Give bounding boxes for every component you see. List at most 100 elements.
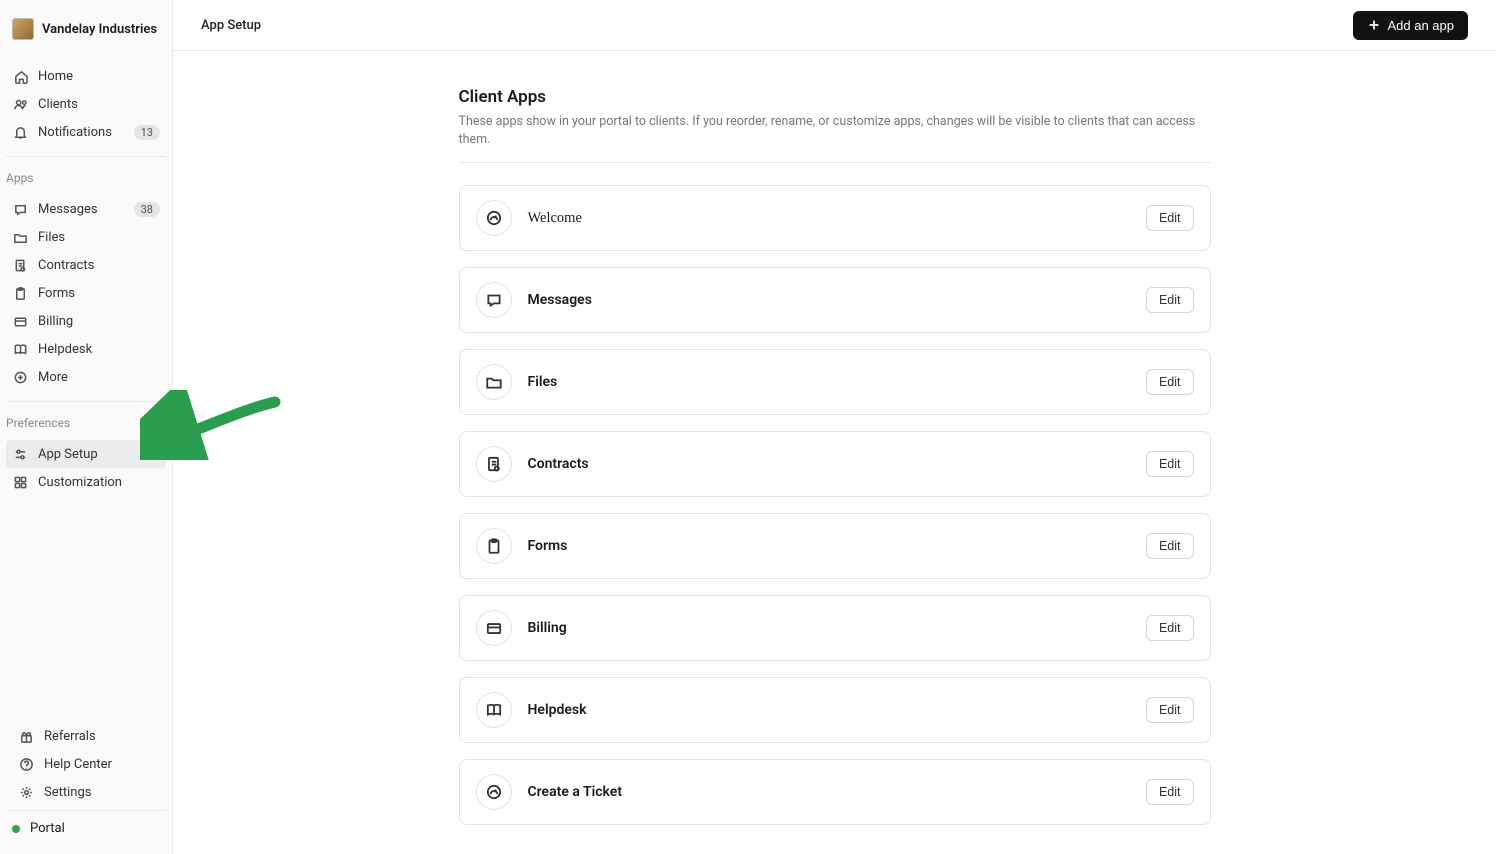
sidebar-item-label: Contracts (38, 258, 160, 273)
bell-icon (12, 124, 28, 140)
contract-icon (12, 257, 28, 273)
sidebar: Vandelay Industries HomeClientsNotificat… (0, 0, 173, 854)
app-card-files[interactable]: FilesEdit (459, 349, 1211, 415)
app-name: Create a Ticket (528, 784, 1146, 800)
portal-link[interactable]: Portal (6, 810, 166, 846)
app-name: Messages (528, 292, 1146, 308)
folder-icon (12, 229, 28, 245)
folder-icon (476, 364, 512, 400)
org-name: Vandelay Industries (42, 22, 157, 37)
topbar: App Setup Add an app (173, 0, 1496, 51)
edit-button[interactable]: Edit (1146, 369, 1194, 395)
more-icon (12, 369, 28, 385)
sidebar-item-billing[interactable]: Billing (6, 307, 166, 335)
edit-button[interactable]: Edit (1146, 779, 1194, 805)
sidebar-item-label: More (38, 370, 160, 385)
app-card-create-a-ticket[interactable]: Create a TicketEdit (459, 759, 1211, 825)
sidebar-item-label: Billing (38, 314, 160, 329)
divider (6, 156, 166, 157)
divider (459, 162, 1211, 163)
edit-button[interactable]: Edit (1146, 451, 1194, 477)
sidebar-item-help-center[interactable]: Help Center (12, 750, 160, 778)
app-name: Welcome (528, 210, 1146, 227)
edit-button[interactable]: Edit (1146, 205, 1194, 231)
message-icon (12, 201, 28, 217)
sidebar-item-label: Files (38, 230, 160, 245)
book-icon (476, 692, 512, 728)
badge: 13 (134, 125, 160, 140)
app-card-messages[interactable]: MessagesEdit (459, 267, 1211, 333)
app-card-forms[interactable]: FormsEdit (459, 513, 1211, 579)
sidebar-item-label: Customization (38, 475, 160, 490)
sidebar-item-contracts[interactable]: Contracts (6, 251, 166, 279)
page-title: Client Apps (459, 87, 1211, 107)
dashboard-icon (476, 200, 512, 236)
nav-main: Home Clients Notifications 13 (0, 58, 172, 150)
portal-label: Portal (30, 821, 65, 836)
status-dot-icon (12, 825, 20, 833)
dashboard-icon (476, 774, 512, 810)
edit-button[interactable]: Edit (1146, 615, 1194, 641)
users-icon (12, 96, 28, 112)
sliders-icon (12, 446, 28, 462)
app-name: Forms (528, 538, 1146, 554)
sidebar-item-settings[interactable]: Settings (12, 778, 160, 806)
edit-button[interactable]: Edit (1146, 697, 1194, 723)
nav-heading-prefs: Preferences (0, 408, 172, 436)
sidebar-item-label: Help Center (44, 757, 154, 772)
app-card-welcome[interactable]: WelcomeEdit (459, 185, 1211, 251)
sidebar-item-referrals[interactable]: Referrals (12, 722, 160, 750)
app-card-billing[interactable]: BillingEdit (459, 595, 1211, 661)
app-name: Files (528, 374, 1146, 390)
sidebar-item-label: Helpdesk (38, 342, 160, 357)
sidebar-item-label: Settings (44, 785, 154, 800)
badge: 38 (134, 202, 160, 217)
card-icon (12, 313, 28, 329)
add-app-button[interactable]: Add an app (1353, 11, 1468, 40)
org-avatar (12, 18, 34, 40)
nav-apps: Messages 38 Files Contracts Forms Billing Help… (0, 191, 172, 395)
help-icon (18, 756, 34, 772)
nav-prefs: App Setup Customization (0, 436, 172, 500)
content: Client Apps These apps show in your port… (173, 51, 1496, 854)
app-card-helpdesk[interactable]: HelpdeskEdit (459, 677, 1211, 743)
sidebar-item-home[interactable]: Home (6, 62, 166, 90)
divider (6, 401, 166, 402)
sidebar-item-notifications[interactable]: Notifications 13 (6, 118, 166, 146)
add-app-label: Add an app (1387, 18, 1454, 33)
sidebar-item-label: Home (38, 69, 160, 84)
sidebar-item-messages[interactable]: Messages 38 (6, 195, 166, 223)
client-apps-list: WelcomeEditMessagesEditFilesEditContract… (459, 185, 1211, 825)
clipboard-icon (476, 528, 512, 564)
edit-button[interactable]: Edit (1146, 287, 1194, 313)
edit-button[interactable]: Edit (1146, 533, 1194, 559)
sidebar-item-label: Messages (38, 202, 124, 217)
app-name: Billing (528, 620, 1146, 636)
sidebar-item-label: Notifications (38, 125, 124, 140)
grid-icon (12, 474, 28, 490)
sidebar-item-label: Referrals (44, 729, 154, 744)
page-description: These apps show in your portal to client… (459, 113, 1211, 148)
sidebar-item-forms[interactable]: Forms (6, 279, 166, 307)
sidebar-item-clients[interactable]: Clients (6, 90, 166, 118)
gift-icon (18, 728, 34, 744)
org-switcher[interactable]: Vandelay Industries (0, 0, 172, 58)
sidebar-item-files[interactable]: Files (6, 223, 166, 251)
main: App Setup Add an app Client Apps These a… (173, 0, 1496, 854)
nav-heading-apps: Apps (0, 163, 172, 191)
app-name: Contracts (528, 456, 1146, 472)
sidebar-footer: Referrals Help Center Settings Portal (0, 714, 172, 854)
contract-icon (476, 446, 512, 482)
sidebar-item-helpdesk[interactable]: Helpdesk (6, 335, 166, 363)
sidebar-item-label: Forms (38, 286, 160, 301)
app-name: Helpdesk (528, 702, 1146, 718)
sidebar-item-app-setup[interactable]: App Setup (6, 440, 166, 468)
gear-icon (18, 784, 34, 800)
app-card-contracts[interactable]: ContractsEdit (459, 431, 1211, 497)
sidebar-item-label: App Setup (38, 447, 160, 462)
message-icon (476, 282, 512, 318)
home-icon (12, 68, 28, 84)
plus-icon (1367, 18, 1381, 32)
sidebar-item-customization[interactable]: Customization (6, 468, 166, 496)
sidebar-item-more[interactable]: More (6, 363, 166, 391)
